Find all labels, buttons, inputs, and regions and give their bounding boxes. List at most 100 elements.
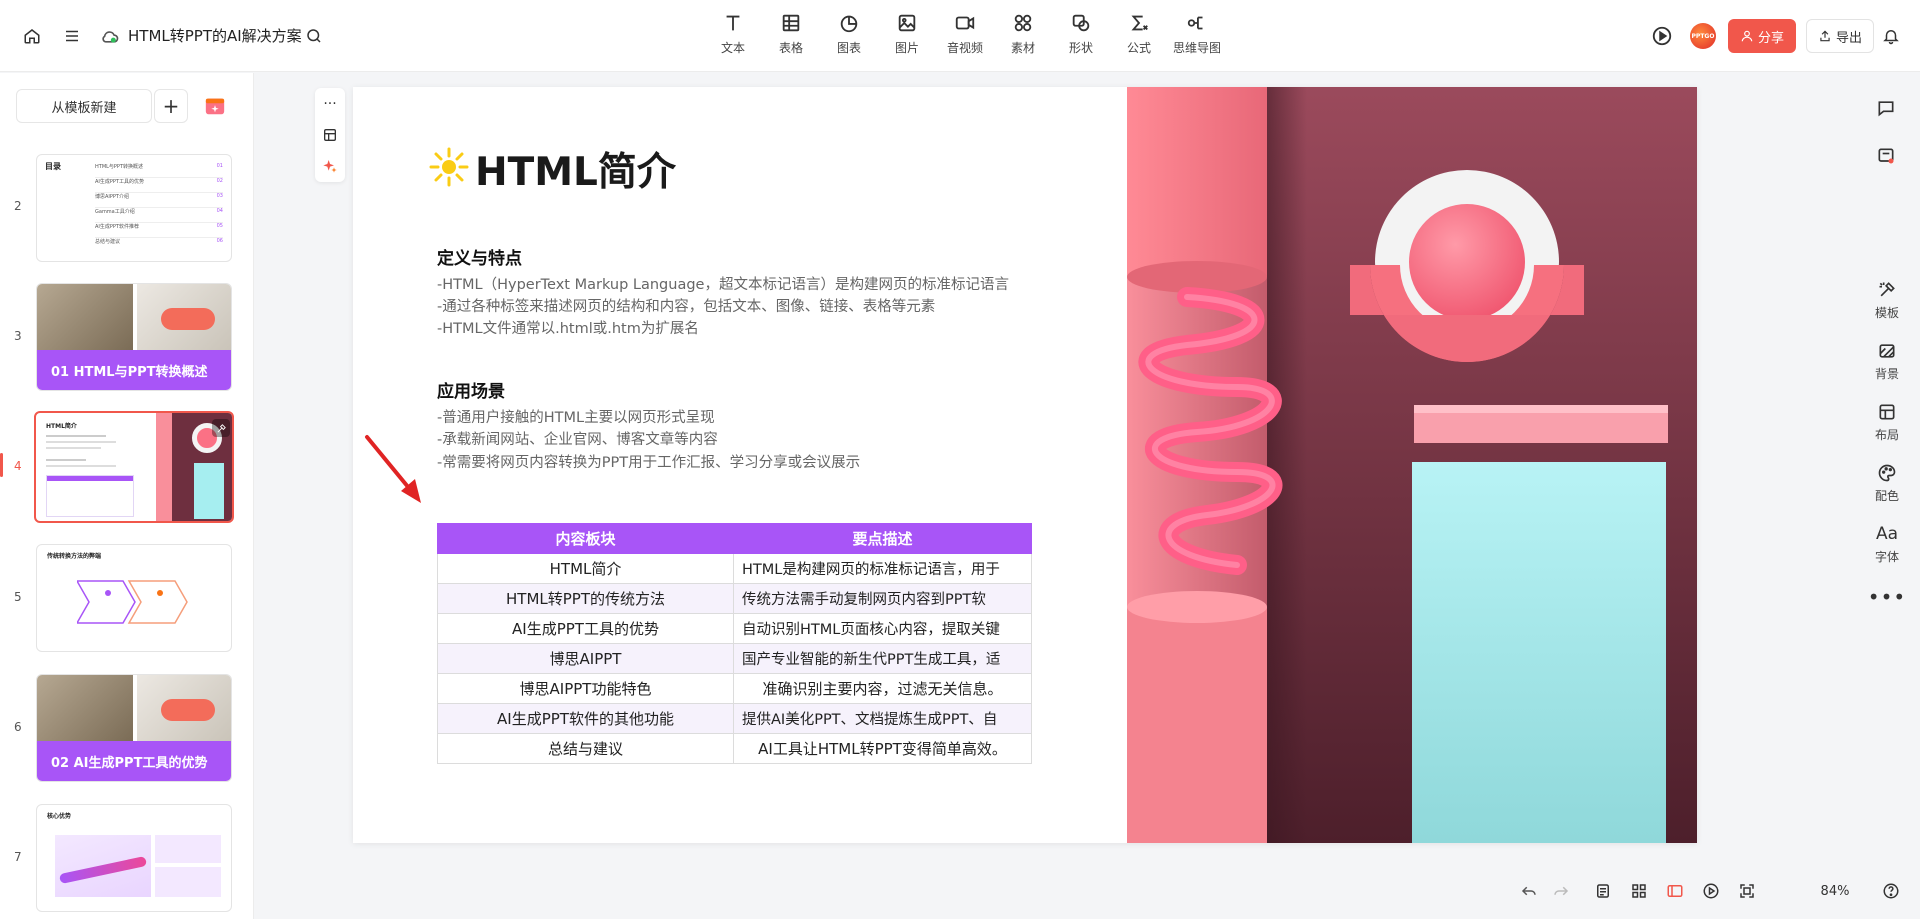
content-table[interactable]: 内容板块 要点描述 HTML简介 HTML是构建网页的标准标记语言，用于 HTML… bbox=[437, 523, 1032, 764]
comment-icon[interactable] bbox=[1876, 98, 1896, 122]
thumb-section-label: 02 AI生成PPT工具的优势 bbox=[37, 741, 231, 781]
image-icon bbox=[898, 14, 916, 32]
thumb-photo-left bbox=[37, 675, 133, 743]
help-icon[interactable] bbox=[1882, 882, 1900, 904]
text-icon bbox=[726, 15, 740, 31]
table-cell[interactable]: 传统方法需手动复制网页内容到PPT软 bbox=[733, 583, 1032, 614]
undo-icon[interactable] bbox=[1520, 882, 1538, 900]
cloud-saved-icon bbox=[96, 22, 124, 50]
redo-icon[interactable] bbox=[1552, 882, 1570, 900]
table-cell[interactable]: 博思AIPPT功能特色 bbox=[437, 673, 734, 704]
normal-view-icon[interactable] bbox=[1666, 882, 1684, 900]
section-heading-definition[interactable]: 定义与特点 bbox=[437, 244, 522, 269]
table-cell[interactable]: 提供AI美化PPT、文档提炼生成PPT、自 bbox=[733, 703, 1032, 734]
fit-screen-icon[interactable] bbox=[1738, 882, 1756, 900]
thumb-title: 核心优势 bbox=[47, 813, 72, 820]
section-heading-usage[interactable]: 应用场景 bbox=[437, 377, 505, 402]
slide-quick-toolbar: ··· bbox=[315, 88, 345, 182]
tool-formula[interactable]: 公式 bbox=[1110, 12, 1168, 62]
table-cell[interactable]: 准确识别主要内容，过滤无关信息。 bbox=[733, 673, 1032, 704]
table-cell[interactable]: 博思AIPPT bbox=[437, 643, 734, 674]
red-arrow-annotation bbox=[365, 435, 421, 503]
slide-canvas[interactable]: HTML简介 定义与特点 -HTML（HyperText Markup Lang… bbox=[353, 87, 1697, 843]
table-header-cell[interactable]: 要点描述 bbox=[733, 523, 1032, 554]
section-line[interactable]: -普通用户接触的HTML主要以网页形式呈现 bbox=[437, 406, 715, 427]
new-from-template-button[interactable]: 从模板新建 bbox=[16, 89, 152, 123]
slide-number: 7 bbox=[14, 850, 22, 864]
table-cell[interactable]: 总结与建议 bbox=[437, 733, 734, 764]
document-title[interactable]: HTML转PPT的AI解决方案 bbox=[128, 25, 302, 46]
thumb-process-chevrons bbox=[77, 580, 188, 624]
table-cell[interactable]: HTML转PPT的传统方法 bbox=[437, 583, 734, 614]
export-button[interactable]: 导出 bbox=[1806, 19, 1874, 53]
more-options-icon[interactable]: ··· bbox=[323, 96, 336, 112]
thumb-ai-edit-icon[interactable] bbox=[212, 419, 230, 437]
tool-chart[interactable]: 图表 bbox=[820, 12, 878, 62]
table-cell[interactable]: AI生成PPT软件的其他功能 bbox=[437, 703, 734, 734]
decorative-3d-image[interactable] bbox=[1127, 87, 1697, 843]
section-line[interactable]: -HTML文件通常以.html或.htm为扩展名 bbox=[437, 317, 699, 338]
tool-image[interactable]: 图片 bbox=[878, 12, 936, 62]
right-design-panel: 模板 背景 布局 配色 Aa 字体 ••• bbox=[1862, 280, 1912, 609]
slide-thumbnail-5[interactable]: 传统转换方法的弊端 bbox=[36, 544, 232, 652]
table-row: HTML转PPT的传统方法 传统方法需手动复制网页内容到PPT软 bbox=[437, 583, 1032, 614]
table-cell[interactable]: AI生成PPT工具的优势 bbox=[437, 613, 734, 644]
right-panel-layout[interactable]: 布局 bbox=[1875, 402, 1899, 443]
tool-mindmap[interactable]: 思维导图 bbox=[1168, 12, 1226, 62]
section-line[interactable]: -HTML（HyperText Markup Language，超文本标记语言）… bbox=[437, 273, 1009, 294]
section-line[interactable]: -承载新闻网站、企业官网、博客文章等内容 bbox=[437, 428, 718, 449]
thumb-toc-title: 目录 bbox=[45, 162, 61, 171]
slide-thumbnail-2[interactable]: 目录 HTML与PPT转换概述 01 AI生成PPT工具的优势 02 博思AIPPT… bbox=[36, 154, 232, 262]
table-header-cell[interactable]: 内容板块 bbox=[437, 523, 734, 554]
slide-thumbnail-4[interactable]: HTML简介 bbox=[34, 411, 234, 523]
tool-shape[interactable]: 形状 bbox=[1052, 12, 1110, 62]
menu-icon[interactable] bbox=[58, 22, 86, 50]
layout-icon[interactable] bbox=[322, 127, 338, 143]
tool-assets[interactable]: 素材 bbox=[994, 12, 1052, 62]
table-cell[interactable]: 自动识别HTML页面核心内容，提取关键 bbox=[733, 613, 1032, 644]
section-line[interactable]: -通过各种标签来描述网页的结构和内容，包括文本、图像、链接、表格等元素 bbox=[437, 295, 935, 316]
thumb-photo-right bbox=[137, 675, 231, 743]
section-line[interactable]: -常需要将网页内容转换为PPT用于工作汇报、学习分享或会议展示 bbox=[437, 451, 860, 472]
add-slide-button[interactable]: + bbox=[154, 89, 188, 123]
grid-view-icon[interactable] bbox=[1630, 882, 1648, 900]
play-icon[interactable] bbox=[1648, 22, 1676, 50]
layout-icon bbox=[1879, 404, 1895, 420]
sun-icon bbox=[429, 147, 469, 187]
thumb-section-label: 01 HTML与PPT转换概述 bbox=[37, 350, 231, 390]
table-cell[interactable]: HTML是构建网页的标准标记语言，用于 bbox=[733, 553, 1032, 584]
table-cell[interactable]: AI工具让HTML转PPT变得简单高效。 bbox=[733, 733, 1032, 764]
formula-icon bbox=[1131, 15, 1148, 31]
right-panel-palette[interactable]: 配色 bbox=[1875, 463, 1899, 504]
right-panel-template[interactable]: 模板 bbox=[1875, 280, 1899, 321]
ai-generate-button[interactable] bbox=[200, 91, 230, 121]
bell-icon[interactable] bbox=[1877, 22, 1905, 50]
right-panel-font[interactable]: Aa 字体 bbox=[1875, 524, 1899, 565]
share-button[interactable]: 分享 bbox=[1728, 19, 1796, 53]
search-icon[interactable] bbox=[300, 22, 328, 50]
ai-slide-panel-icon[interactable] bbox=[1876, 146, 1896, 170]
table-cell[interactable]: HTML简介 bbox=[437, 553, 734, 584]
active-slide-indicator bbox=[0, 453, 3, 477]
play-icon[interactable] bbox=[1702, 882, 1720, 900]
slide-thumbnail-7[interactable]: 核心优势 bbox=[36, 804, 232, 912]
table-cell[interactable]: 国产专业智能的新生代PPT生成工具，适 bbox=[733, 643, 1032, 674]
slide-number: 2 bbox=[14, 199, 22, 213]
slide-title[interactable]: HTML简介 bbox=[475, 141, 676, 197]
more-options-icon[interactable]: ••• bbox=[1868, 585, 1906, 609]
tool-table[interactable]: 表格 bbox=[762, 12, 820, 62]
background-icon bbox=[1879, 344, 1895, 358]
tool-video[interactable]: 音视频 bbox=[936, 12, 994, 62]
right-panel-background[interactable]: 背景 bbox=[1875, 341, 1899, 382]
zoom-level[interactable]: 84% bbox=[1804, 877, 1866, 905]
avatar[interactable]: PPTGO bbox=[1690, 23, 1716, 49]
tool-text[interactable]: 文本 bbox=[704, 12, 762, 62]
home-icon[interactable] bbox=[18, 22, 46, 50]
slide-thumbnail-6[interactable]: 02 AI生成PPT工具的优势 bbox=[36, 674, 232, 782]
export-icon bbox=[1820, 30, 1830, 42]
slide-thumbnail-3[interactable]: 01 HTML与PPT转换概述 bbox=[36, 283, 232, 391]
ai-sparkle-icon[interactable] bbox=[322, 158, 338, 174]
top-toolbar: HTML转PPT的AI解决方案 文本 表格 图表 图片 音视频 素材 形状 公式… bbox=[0, 0, 1920, 72]
chart-icon bbox=[840, 15, 858, 33]
notes-icon[interactable] bbox=[1594, 882, 1612, 900]
